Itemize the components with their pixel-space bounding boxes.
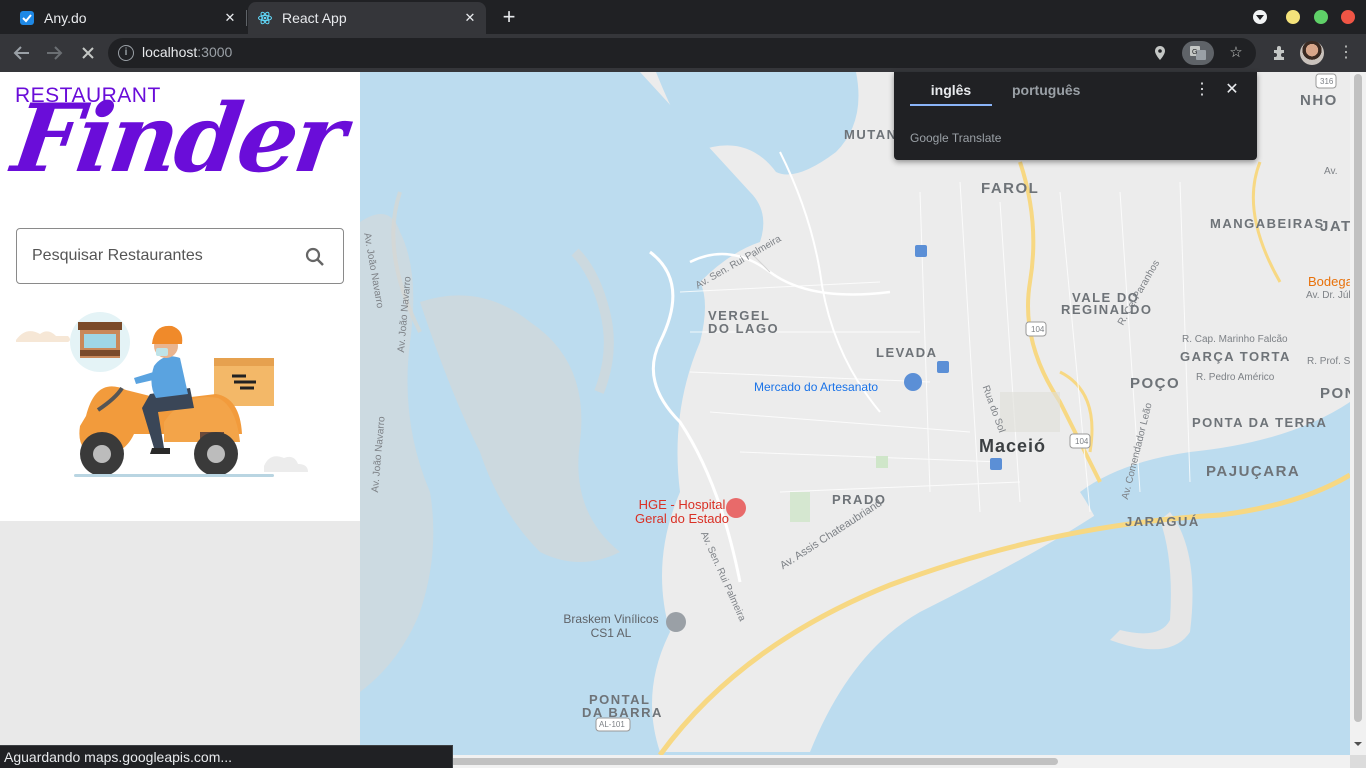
route-shield-label: 104 bbox=[1075, 437, 1089, 446]
google-translate-brand: Google Translate bbox=[910, 131, 1002, 145]
map-label-area: GARÇA TORTA bbox=[1180, 349, 1291, 364]
map-label-area: JARAGUÁ bbox=[1125, 514, 1200, 529]
map-label-area: LEVADA bbox=[876, 345, 938, 360]
map-label-area: MUTAN bbox=[844, 127, 898, 142]
bookmark-star-icon[interactable]: ☆ bbox=[1224, 41, 1248, 65]
map-view[interactable]: MUTAN FAROL VALE DO REGINALDO MANGABEIRA… bbox=[360, 72, 1350, 755]
search-icon[interactable] bbox=[303, 245, 327, 269]
page-content: RESTAURANT Finder Pesquisar Restaurantes… bbox=[0, 72, 1366, 768]
sidebar: RESTAURANT Finder bbox=[0, 72, 360, 768]
sidebar-panel: RESTAURANT Finder bbox=[0, 72, 360, 521]
profile-avatar[interactable] bbox=[1300, 41, 1324, 65]
react-logo-icon bbox=[258, 11, 272, 25]
anydo-check-icon bbox=[20, 11, 34, 25]
map-label-area: JAT bbox=[1320, 218, 1350, 235]
scroll-down-arrow-icon[interactable] bbox=[1354, 742, 1362, 746]
map-label-area: NHO bbox=[1300, 92, 1338, 109]
map-label-area: PAJUÇARA bbox=[1206, 463, 1301, 480]
tab-title: React App bbox=[282, 10, 347, 26]
close-tab-icon[interactable]: ✕ bbox=[222, 10, 238, 26]
url-port: :3000 bbox=[197, 44, 233, 60]
tab-language-target[interactable]: português bbox=[1012, 82, 1080, 104]
map-label-area: MANGABEIRAS bbox=[1210, 216, 1325, 231]
route-shield-label: 316 bbox=[1320, 77, 1334, 86]
more-options-icon[interactable]: ⋮ bbox=[1192, 80, 1212, 100]
map-label-area: DO LAGO bbox=[708, 321, 780, 336]
map-label-street: R. Pedro Américo bbox=[1196, 372, 1275, 383]
map-label-area: FAROL bbox=[981, 180, 1040, 197]
url-host: localhost bbox=[142, 44, 198, 60]
tab-anydo[interactable]: Any.do ✕ bbox=[10, 2, 246, 34]
browser-menu-icon[interactable]: ⋮ bbox=[1334, 41, 1358, 65]
close-icon[interactable]: ✕ bbox=[1222, 80, 1242, 100]
vertical-scrollbar[interactable] bbox=[1350, 72, 1366, 755]
tab-strip: Any.do ✕ React App ✕ + bbox=[0, 0, 1366, 34]
map-poi-hospital[interactable]: HGE - Hospital Geral do Estado bbox=[634, 498, 730, 526]
new-tab-button[interactable]: + bbox=[498, 6, 520, 28]
map-poi-market[interactable]: Mercado do Artesanato bbox=[754, 380, 878, 394]
stop-loading-icon[interactable] bbox=[76, 41, 100, 65]
window-menu-icon[interactable] bbox=[1253, 10, 1267, 24]
back-arrow-icon[interactable] bbox=[10, 41, 34, 65]
logo-finder-text: Finder bbox=[6, 84, 350, 194]
minimize-button[interactable] bbox=[1286, 10, 1300, 24]
map-label-street: R. Prof. S bbox=[1307, 356, 1350, 367]
delivery-scooter-illustration bbox=[16, 312, 308, 477]
map-label-area: PONT bbox=[1320, 385, 1350, 402]
map-poi-braskem[interactable]: Braskem Vinílicos CS1 AL bbox=[556, 612, 666, 640]
close-tab-icon[interactable]: ✕ bbox=[462, 10, 478, 26]
extensions-puzzle-icon[interactable] bbox=[1268, 41, 1292, 65]
scrollbar-thumb[interactable] bbox=[1354, 74, 1362, 722]
scrollbar-thumb[interactable] bbox=[450, 758, 1058, 765]
horizontal-scrollbar[interactable] bbox=[360, 755, 1350, 768]
maximize-button[interactable] bbox=[1314, 10, 1328, 24]
scrollbar-corner bbox=[1350, 755, 1366, 768]
map-label-area: DA BARRA bbox=[582, 705, 663, 720]
map-label-area: POÇO bbox=[1130, 375, 1181, 392]
svg-text:G: G bbox=[1192, 49, 1197, 56]
tab-title: Any.do bbox=[44, 10, 87, 26]
site-info-icon[interactable]: i bbox=[118, 45, 134, 61]
route-shield-label: 104 bbox=[1031, 325, 1045, 334]
browser-toolbar: i localhost:3000 G ☆ ⋮ bbox=[0, 34, 1366, 72]
omnibox-actions: G ☆ bbox=[1148, 41, 1248, 65]
search-box[interactable] bbox=[16, 228, 344, 284]
tab-language-source[interactable]: inglês bbox=[910, 82, 992, 106]
close-window-button[interactable] bbox=[1341, 10, 1355, 24]
tab-react-app[interactable]: React App ✕ bbox=[248, 2, 486, 34]
translate-popup: inglês português ⋮ ✕ Google Translate bbox=[894, 72, 1257, 160]
status-bar: Aguardando maps.googleapis.com... bbox=[0, 745, 453, 768]
location-pin-icon[interactable] bbox=[1148, 41, 1172, 65]
map-label-street: Av. bbox=[1324, 166, 1338, 177]
url-text[interactable]: localhost:3000 bbox=[142, 44, 232, 60]
route-shield-label: AL-101 bbox=[599, 720, 625, 729]
address-bar[interactable]: i localhost:3000 G ☆ bbox=[108, 38, 1256, 68]
map-label-street: R. Cap. Marinho Falcão bbox=[1182, 334, 1288, 345]
map-label-street: Av. Dr. Júl bbox=[1306, 290, 1350, 301]
map-label-area: PONTA DA TERRA bbox=[1192, 415, 1328, 430]
search-input[interactable] bbox=[32, 243, 292, 269]
forward-arrow-icon[interactable] bbox=[42, 41, 66, 65]
map-canvas bbox=[360, 72, 1350, 755]
map-label-city: Maceió bbox=[979, 436, 1047, 456]
tab-separator bbox=[246, 10, 247, 26]
translate-icon[interactable]: G bbox=[1182, 41, 1214, 65]
map-poi-bodega[interactable]: Bodega bbox=[1308, 274, 1350, 289]
